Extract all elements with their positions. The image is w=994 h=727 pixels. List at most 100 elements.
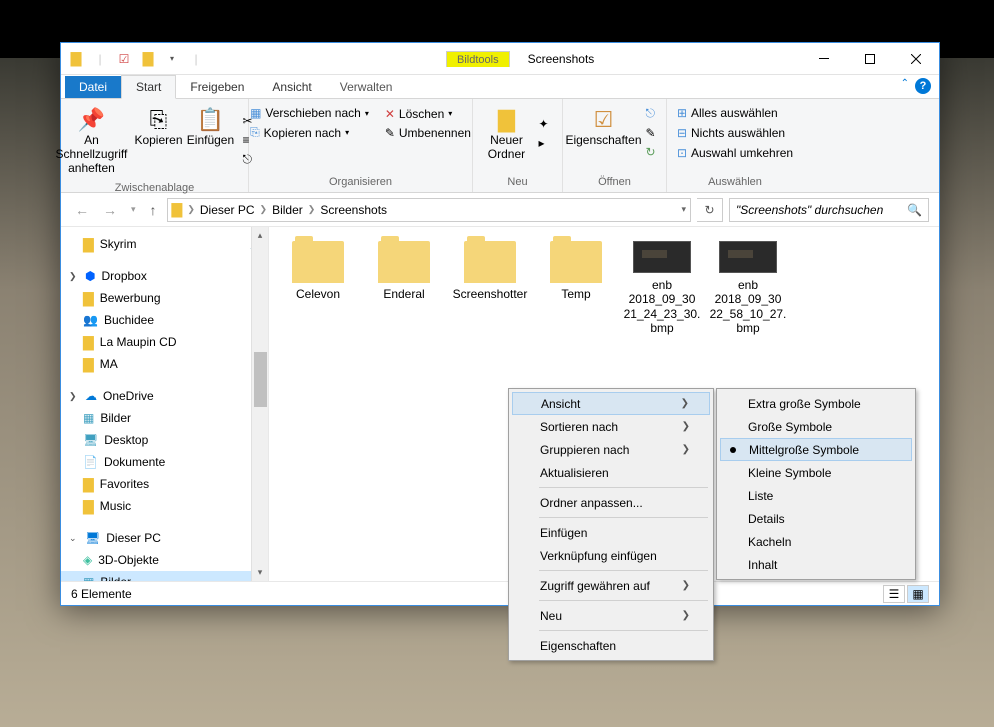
help-icon[interactable]: ? <box>915 78 931 94</box>
ctx-medium[interactable]: Mittelgroße Symbole <box>720 438 912 461</box>
rename-button[interactable]: ✎ Umbenennen <box>382 125 474 141</box>
qat-properties-icon[interactable]: ☑ <box>113 48 135 70</box>
moveto-label: Verschieben nach <box>265 106 360 120</box>
ctx-content[interactable]: Inhalt <box>720 553 912 576</box>
ctx-details[interactable]: Details <box>720 507 912 530</box>
edit-button[interactable]: ✎ <box>642 125 658 141</box>
pin-button[interactable]: 📌An Schnellzugriff anheften <box>53 105 129 176</box>
crumb-bilder[interactable]: Bilder <box>272 203 303 217</box>
maximize-button[interactable] <box>847 44 893 74</box>
scroll-down-icon[interactable]: ▾ <box>252 564 268 581</box>
chevron-right-icon[interactable]: ❯ <box>308 204 316 215</box>
delete-button[interactable]: ✕ Löschen ▾ <box>382 106 474 122</box>
properties-button[interactable]: ☑Eigenschaften <box>570 105 636 160</box>
ctx-extra-large[interactable]: Extra große Symbole <box>720 392 912 415</box>
tab-view[interactable]: Ansicht <box>258 76 325 98</box>
ctx-paste: Einfügen <box>512 521 710 544</box>
search-icon[interactable]: 🔍 <box>907 203 922 217</box>
sidebar-item-lamaupin[interactable]: ▇La Maupin CD <box>61 331 268 353</box>
tab-file[interactable]: Datei <box>65 76 121 98</box>
qat-dropdown-icon[interactable]: ▾ <box>161 48 183 70</box>
ctx-properties[interactable]: Eigenschaften <box>512 634 710 657</box>
newitem-button[interactable]: ✦ <box>535 116 551 132</box>
refresh-button[interactable]: ↻ <box>697 198 723 222</box>
address-bar[interactable]: ▇ ❯ Dieser PC ❯ Bilder ❯ Screenshots ▾ <box>167 198 691 222</box>
sidebar-item-ma[interactable]: ▇MA <box>61 353 268 375</box>
history-button[interactable]: ↻ <box>642 144 658 160</box>
back-button[interactable]: ← <box>71 202 93 218</box>
image-item[interactable]: enb 2018_09_30 21_24_23_30.bmp <box>623 241 701 336</box>
moveto-button[interactable]: ▦ Verschieben nach ▾ <box>247 105 372 121</box>
sidebar-item-bilder[interactable]: ▦Bilder <box>61 407 268 429</box>
chevron-right-icon[interactable]: ❯ <box>260 204 268 215</box>
recent-dropdown[interactable]: ▾ <box>127 204 140 215</box>
ctx-view[interactable]: Ansicht❯ <box>512 392 710 415</box>
chevron-right-icon[interactable]: ❯ <box>69 271 79 282</box>
ctx-small[interactable]: Kleine Symbole <box>720 461 912 484</box>
ctx-customize[interactable]: Ordner anpassen... <box>512 491 710 514</box>
sidebar-item-skyrim[interactable]: ▇Skyrim📌 <box>61 233 268 255</box>
qat-newfolder-icon[interactable]: ▇ <box>137 48 159 70</box>
sidebar-item-buchidee[interactable]: 👥Buchidee <box>61 309 268 331</box>
sidebar-item-3dobjekte[interactable]: ◈3D-Objekte <box>61 549 268 571</box>
sidebar-item-music[interactable]: ▇Music <box>61 495 268 517</box>
ctx-new[interactable]: Neu❯ <box>512 604 710 627</box>
ctx-grant-access[interactable]: Zugriff gewähren auf❯ <box>512 574 710 597</box>
ctx-refresh[interactable]: Aktualisieren <box>512 461 710 484</box>
tab-start[interactable]: Start <box>121 75 176 99</box>
chevron-right-icon[interactable]: ❯ <box>69 391 79 402</box>
image-item[interactable]: enb 2018_09_30 22_58_10_27.bmp <box>709 241 787 336</box>
invertsel-button[interactable]: ⊡ Auswahl umkehren <box>674 145 796 161</box>
icons-view-button[interactable]: ▦ <box>907 585 929 603</box>
sidebar-item-desktop[interactable]: 🖥Desktop <box>61 429 268 451</box>
paste-button[interactable]: 📋Einfügen <box>187 105 233 176</box>
folder-item[interactable]: Temp <box>537 241 615 336</box>
scroll-thumb[interactable] <box>254 352 267 407</box>
chevron-down-icon[interactable]: ⌄ <box>69 533 79 544</box>
quick-access-toolbar: ▇ | ☑ ▇ ▾ | <box>61 48 211 70</box>
folder-item[interactable]: Screenshotter <box>451 241 529 336</box>
ribbon: 📌An Schnellzugriff anheften ⎘Kopieren 📋E… <box>61 99 939 193</box>
folder-item[interactable]: Celevon <box>279 241 357 336</box>
crumb-screenshots[interactable]: Screenshots <box>320 203 387 217</box>
sidebar-item-bewerbung[interactable]: ▇Bewerbung <box>61 287 268 309</box>
minimize-button[interactable] <box>801 44 847 74</box>
ctx-list[interactable]: Liste <box>720 484 912 507</box>
sidebar-item-dropbox[interactable]: ❯⬢Dropbox <box>61 265 268 287</box>
close-button[interactable] <box>893 44 939 74</box>
details-view-button[interactable]: ☰ <box>883 585 905 603</box>
tab-manage[interactable]: Verwalten <box>326 76 407 98</box>
copyto-button[interactable]: ⎘ Kopieren nach ▾ <box>247 124 372 141</box>
sidebar-item-dokumente[interactable]: 📄Dokumente <box>61 451 268 473</box>
sidebar-item-onedrive[interactable]: ❯☁OneDrive <box>61 385 268 407</box>
sidebar-item-favorites[interactable]: ▇Favorites <box>61 473 268 495</box>
chevron-right-icon[interactable]: ❯ <box>187 204 195 215</box>
selectall-button[interactable]: ⊞ Alles auswählen <box>674 105 796 121</box>
ctx-large[interactable]: Große Symbole <box>720 415 912 438</box>
tool-tab-bildtools[interactable]: Bildtools <box>446 51 510 67</box>
address-dropdown-icon[interactable]: ▾ <box>681 204 686 215</box>
search-input[interactable]: "Screenshots" durchsuchen 🔍 <box>729 198 929 222</box>
easyaccess-button[interactable]: ▸ <box>535 135 551 151</box>
selectnone-button[interactable]: ⊟ Nichts auswählen <box>674 125 796 141</box>
sidebar-item-bilder2[interactable]: ▦Bilder <box>61 571 268 581</box>
ribbon-collapse-icon[interactable]: ⌃ <box>901 78 909 89</box>
up-button[interactable]: ↑ <box>146 202 161 218</box>
sidebar-scrollbar[interactable]: ▴ ▾ <box>251 227 268 581</box>
sidebar-item-dieser-pc[interactable]: ⌄🖥Dieser PC <box>61 527 268 549</box>
ctx-sort[interactable]: Sortieren nach❯ <box>512 415 710 438</box>
tab-share[interactable]: Freigeben <box>176 76 258 98</box>
ctx-group[interactable]: Gruppieren nach❯ <box>512 438 710 461</box>
scroll-up-icon[interactable]: ▴ <box>252 227 268 244</box>
forward-button[interactable]: → <box>99 202 121 218</box>
desktop-icon: 🖥 <box>83 433 98 447</box>
file-name: Enderal <box>383 287 424 301</box>
copyto-icon: ⎘ <box>250 125 260 140</box>
folder-item[interactable]: Enderal <box>365 241 443 336</box>
folder-icon: ▇ <box>172 201 183 218</box>
open-button[interactable]: ⎋ <box>642 105 658 122</box>
copy-button[interactable]: ⎘Kopieren <box>135 105 181 176</box>
ctx-tiles[interactable]: Kacheln <box>720 530 912 553</box>
crumb-pc[interactable]: Dieser PC <box>200 203 255 217</box>
newfolder-button[interactable]: ▇Neuer Ordner <box>483 105 529 162</box>
